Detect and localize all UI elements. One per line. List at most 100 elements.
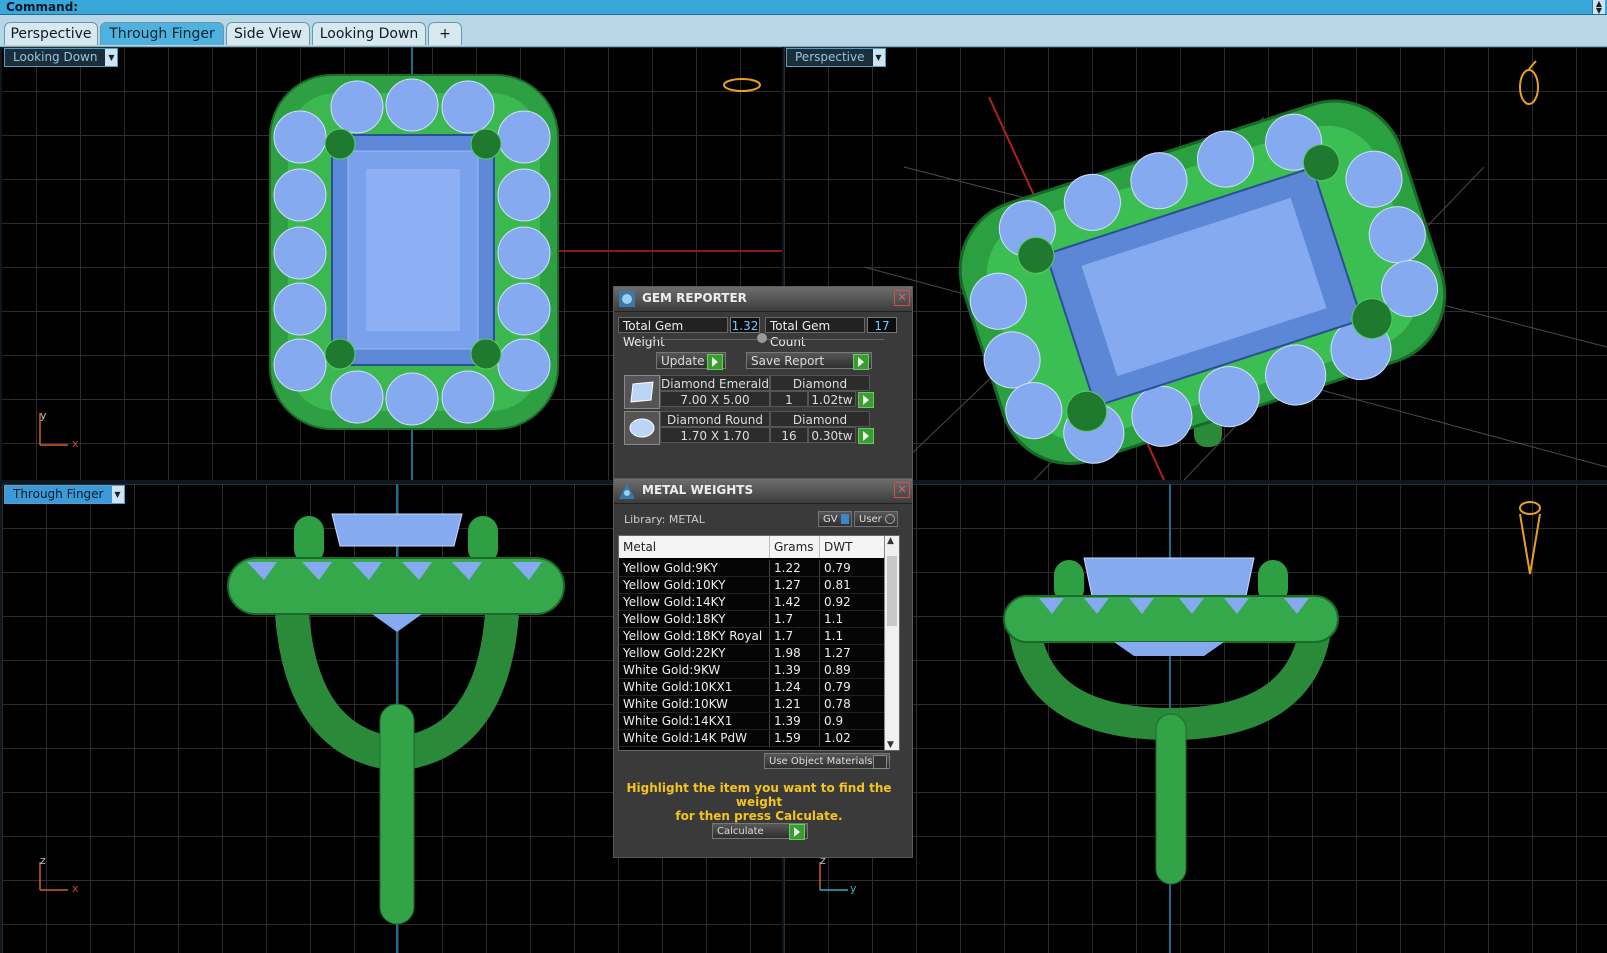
- gem-size: 7.00 X 5.00: [660, 391, 770, 407]
- axis-y-label: y: [40, 409, 47, 422]
- gem-name: Diamond Emerald: [660, 375, 770, 391]
- update-button[interactable]: Update: [656, 352, 726, 370]
- gem-count: 16: [770, 427, 808, 443]
- cell-metal: White Gold:9KW: [623, 663, 721, 677]
- table-row[interactable]: Yellow Gold:22KY 1.98 1.27: [619, 645, 884, 662]
- cell-metal: White Gold:10KW: [623, 697, 728, 711]
- toggle-indicator-icon: [885, 514, 895, 524]
- cell-metal: Yellow Gold:22KY: [623, 646, 726, 660]
- update-label: Update: [661, 354, 705, 368]
- column-header-metal[interactable]: Metal: [619, 536, 769, 558]
- cell-dwt: 0.79: [819, 560, 877, 576]
- tab-looking-down[interactable]: Looking Down: [312, 22, 426, 45]
- metal-weights-title: METAL WEIGHTS: [642, 483, 754, 497]
- scale-icon: [619, 483, 635, 499]
- tab-through-finger[interactable]: Through Finger: [100, 22, 224, 45]
- hint-line-1: Highlight the item you want to find the …: [626, 781, 892, 809]
- table-row[interactable]: Yellow Gold:14KY 1.42 0.92: [619, 594, 884, 611]
- cell-grams: 1.39: [769, 662, 819, 678]
- command-bar[interactable]: Command: ▲ ▼: [0, 0, 1607, 15]
- axis-x-label: x: [72, 882, 79, 895]
- gem-type: Diamond: [770, 375, 870, 391]
- cell-metal: White Gold:14K PdW: [623, 731, 748, 745]
- add-tab-button[interactable]: +: [428, 22, 462, 45]
- save-report-button[interactable]: Save Report: [746, 352, 872, 370]
- gem-reporter-panel: GEM REPORTER ✕ Total Gem Weight 1.32 Tot…: [613, 286, 913, 480]
- user-toggle[interactable]: User: [854, 511, 898, 527]
- cell-grams: 1.7: [769, 628, 819, 644]
- gem-count: 1: [770, 391, 808, 407]
- table-row[interactable]: White Gold:10KW 1.21 0.78: [619, 696, 884, 713]
- total-gem-weight-label: Total Gem Weight: [618, 317, 728, 349]
- save-report-label: Save Report: [751, 354, 825, 368]
- gem-reporter-icon: [619, 291, 635, 307]
- cell-grams: 1.21: [769, 696, 819, 712]
- calculate-hint: Highlight the item you want to find the …: [624, 781, 894, 823]
- command-scroll-arrows[interactable]: ▲ ▼: [1592, 0, 1605, 15]
- table-row[interactable]: Yellow Gold:10KY 1.27 0.81: [619, 577, 884, 594]
- total-gem-count-value: 17: [867, 317, 897, 333]
- table-row[interactable]: White Gold:9KW 1.39 0.89: [619, 662, 884, 679]
- scrollbar-thumb[interactable]: [887, 556, 897, 626]
- table-scrollbar[interactable]: ▲ ▼: [884, 536, 899, 750]
- metal-weights-titlebar[interactable]: METAL WEIGHTS ✕: [614, 479, 912, 504]
- cell-grams: 1.27: [769, 577, 819, 593]
- play-icon[interactable]: [858, 428, 874, 444]
- axis-y-label: y: [850, 882, 857, 895]
- use-object-materials-label: Use Object Materials: [769, 756, 873, 767]
- gv-toggle[interactable]: GV: [818, 511, 852, 527]
- play-icon: [853, 354, 869, 370]
- play-icon: [707, 354, 723, 370]
- tab-side-view[interactable]: Side View: [226, 22, 310, 45]
- cell-metal: Yellow Gold:10KY: [623, 578, 726, 592]
- calculate-button[interactable]: Calculate: [712, 823, 808, 840]
- axis-x-label: x: [72, 437, 79, 450]
- cell-dwt: 0.81: [819, 577, 877, 593]
- cell-dwt: 0.9: [819, 713, 877, 729]
- gem-weight: 0.30tw: [808, 427, 856, 443]
- table-row[interactable]: White Gold:14K PdW 1.59 1.02: [619, 730, 884, 747]
- cell-dwt: 0.78: [819, 696, 877, 712]
- table-row[interactable]: White Gold:14KX1 1.39 0.9: [619, 713, 884, 730]
- gem-weight: 1.02tw: [808, 391, 856, 407]
- cell-dwt: 1.1: [819, 628, 877, 644]
- cell-metal: White Gold:10KX1: [623, 680, 733, 694]
- cell-grams: 1.59: [769, 730, 819, 746]
- cell-grams: 1.24: [769, 679, 819, 695]
- cell-grams: 1.98: [769, 645, 819, 661]
- table-row[interactable]: Yellow Gold:18KY Royal 1.7 1.1: [619, 628, 884, 645]
- axis-z-label: z: [40, 854, 46, 867]
- round-cut-icon: [624, 411, 660, 445]
- hint-line-2: for then press Calculate.: [675, 809, 843, 823]
- user-label: User: [859, 514, 882, 525]
- library-label: Library: METAL: [624, 513, 705, 526]
- table-row[interactable]: White Gold:10KX1 1.24 0.79: [619, 679, 884, 696]
- table-row[interactable]: Yellow Gold:18KY 1.7 1.1: [619, 611, 884, 628]
- splitter-handle[interactable]: [757, 333, 767, 343]
- cell-metal: Yellow Gold:18KY Royal: [623, 629, 763, 643]
- metal-weights-table[interactable]: Metal Grams DWT Yellow Gold:9KY 1.22 0.79 Y…: [618, 535, 900, 751]
- table-row[interactable]: Yellow Gold:9KY 1.22 0.79: [619, 560, 884, 577]
- cell-metal: Yellow Gold:18KY: [623, 612, 726, 626]
- cell-metal: White Gold:14KX1: [623, 714, 733, 728]
- close-icon[interactable]: ✕: [894, 482, 910, 498]
- chevron-up-icon[interactable]: ▲: [887, 536, 894, 546]
- cell-dwt: 1.02: [819, 730, 877, 746]
- play-icon[interactable]: [858, 392, 874, 408]
- column-header-dwt[interactable]: DWT: [819, 536, 877, 558]
- play-icon: [789, 824, 805, 840]
- close-icon[interactable]: ✕: [894, 290, 910, 306]
- cell-dwt: 1.27: [819, 645, 877, 661]
- cell-dwt: 0.92: [819, 594, 877, 610]
- cell-grams: 1.22: [769, 560, 819, 576]
- use-object-materials-toggle[interactable]: Use Object Materials: [764, 753, 890, 769]
- cell-dwt: 1.1: [819, 611, 877, 627]
- total-gem-count-label: Total Gem Count: [765, 317, 865, 349]
- column-header-grams[interactable]: Grams: [769, 536, 819, 558]
- chevron-down-icon[interactable]: ▼: [887, 740, 894, 750]
- gv-label: GV: [823, 514, 838, 525]
- gem-reporter-titlebar[interactable]: GEM REPORTER ✕: [614, 287, 912, 312]
- cell-metal: Yellow Gold:9KY: [623, 561, 718, 575]
- toggle-indicator-icon: [841, 514, 849, 524]
- tab-perspective[interactable]: Perspective: [4, 22, 98, 45]
